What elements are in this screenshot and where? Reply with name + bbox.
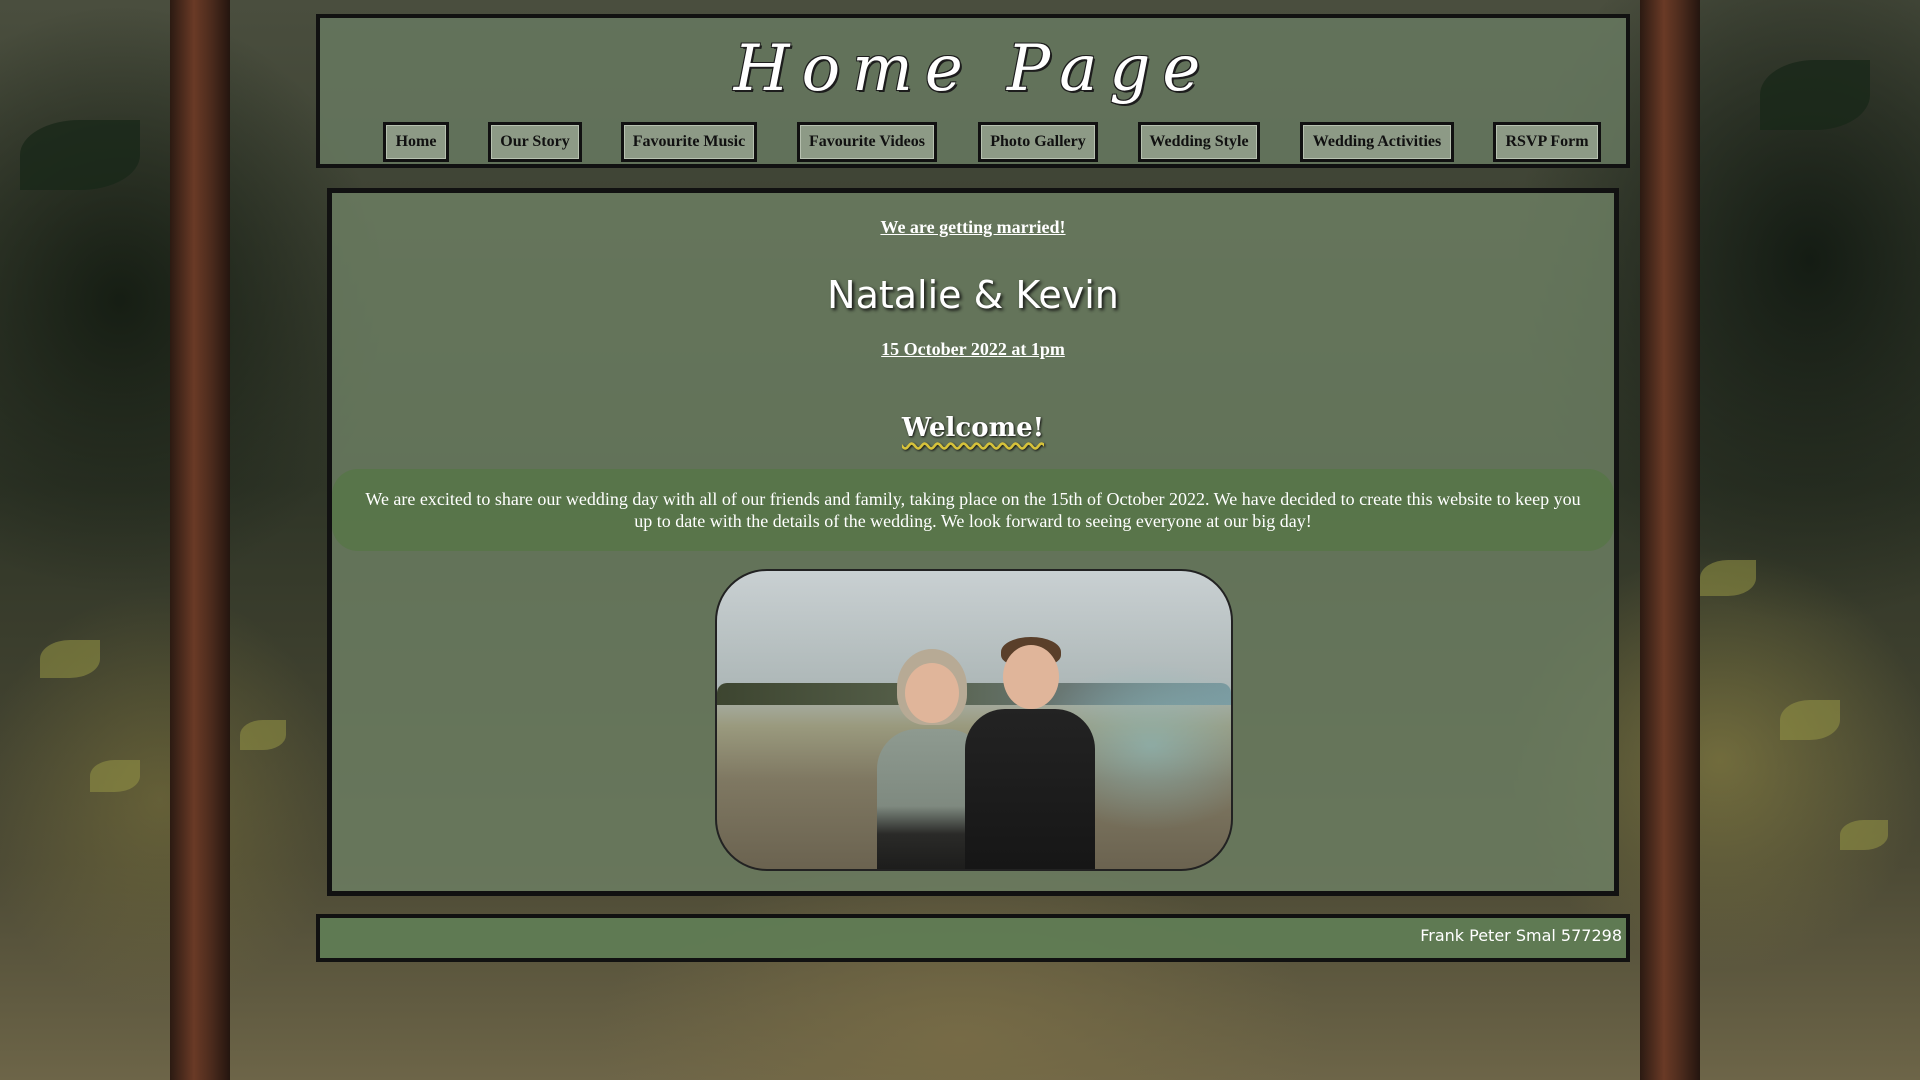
pergola-post-left (170, 0, 230, 1080)
tagline: We are getting married! (880, 217, 1066, 237)
nav-favourite-music-button[interactable]: Favourite Music (621, 122, 757, 162)
nav-wedding-activities-button[interactable]: Wedding Activities (1300, 122, 1454, 162)
couple-names: Natalie & Kevin (827, 273, 1119, 317)
nav-rsvp-form-button[interactable]: RSVP Form (1493, 122, 1601, 162)
pergola-post-right (1640, 0, 1700, 1080)
leaf-decoration (240, 720, 286, 750)
footer-credit: Frank Peter Smal 577298 (1420, 926, 1622, 945)
couple-photo (715, 569, 1233, 871)
main-nav: Home Our Story Favourite Music Favourite… (320, 122, 1626, 162)
leaf-decoration (90, 760, 140, 792)
leaf-decoration (1780, 700, 1840, 740)
site-footer: Frank Peter Smal 577298 (316, 914, 1630, 962)
welcome-heading: Welcome! (332, 413, 1614, 443)
photo-face (905, 663, 959, 723)
main-content: We are getting married! Natalie & Kevin … (327, 188, 1619, 896)
photo-person-man (965, 637, 1095, 869)
photo-shirt (965, 709, 1095, 869)
leaf-decoration (1760, 60, 1870, 130)
leaf-decoration (40, 640, 100, 678)
leaf-decoration (1700, 560, 1756, 596)
nav-home-button[interactable]: Home (383, 122, 449, 162)
nav-wedding-style-button[interactable]: Wedding Style (1138, 122, 1260, 162)
nav-favourite-videos-button[interactable]: Favourite Videos (797, 122, 937, 162)
page-title: Home Page (733, 32, 1213, 106)
leaf-decoration (20, 120, 140, 190)
site-header: Home Page Home Our Story Favourite Music… (316, 14, 1630, 168)
welcome-text: Welcome! (901, 413, 1045, 443)
photo-face (1003, 645, 1059, 709)
wedding-date: 15 October 2022 at 1pm (881, 339, 1065, 359)
nav-our-story-button[interactable]: Our Story (488, 122, 582, 162)
nav-photo-gallery-button[interactable]: Photo Gallery (978, 122, 1098, 162)
intro-band: We are excited to share our wedding day … (332, 469, 1614, 551)
leaf-decoration (1840, 820, 1888, 850)
intro-paragraph: We are excited to share our wedding day … (365, 489, 1581, 531)
